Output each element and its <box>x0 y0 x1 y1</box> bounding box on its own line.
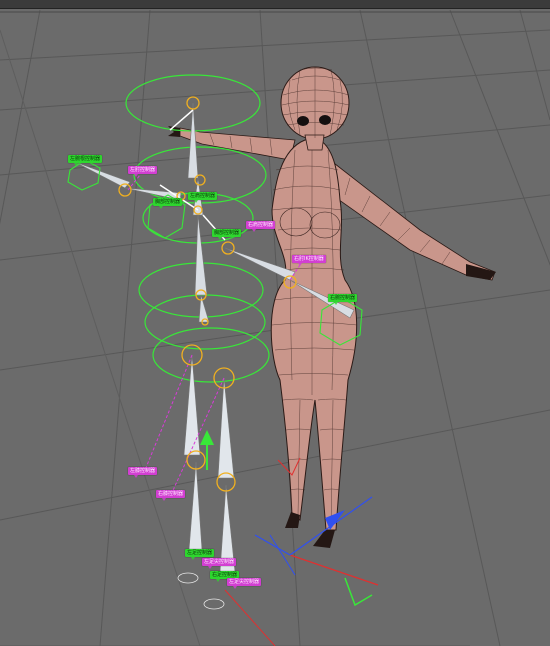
controller-tag[interactable]: 右膝控制器 <box>156 490 186 501</box>
3d-viewport[interactable]: 左腕根控制器 左肘控制器 左肩控制器 胸部控制器 右肩控制器 胸部控制器 右肘I… <box>0 0 550 646</box>
controller-tag[interactable]: 右腕控制器 <box>328 294 358 305</box>
controller-tag[interactable]: 左足控制器 <box>185 549 215 560</box>
eye-right <box>319 115 331 125</box>
controller-tag[interactable]: 左膝控制器 <box>128 467 158 478</box>
controller-tag[interactable]: 右肘IK控制器 <box>292 255 326 266</box>
controller-tag[interactable]: 胸部控制器 <box>212 229 242 240</box>
controller-tag[interactable]: 左足尖控制器 <box>202 558 237 569</box>
controller-tag[interactable]: 左足尖控制器 <box>227 578 262 589</box>
controller-tag[interactable]: 胸部控制器 <box>153 198 183 209</box>
viewport-canvas[interactable] <box>0 0 550 646</box>
y-move-handle[interactable] <box>200 430 214 445</box>
controller-tag[interactable]: 左肩控制器 <box>188 192 218 203</box>
controller-tag[interactable]: 左肘控制器 <box>128 166 158 177</box>
controller-tag[interactable]: 右肩控制器 <box>246 221 276 232</box>
controller-tag[interactable]: 左腕根控制器 <box>68 155 103 166</box>
eye-left <box>297 116 309 126</box>
character-mesh[interactable] <box>168 66 496 548</box>
